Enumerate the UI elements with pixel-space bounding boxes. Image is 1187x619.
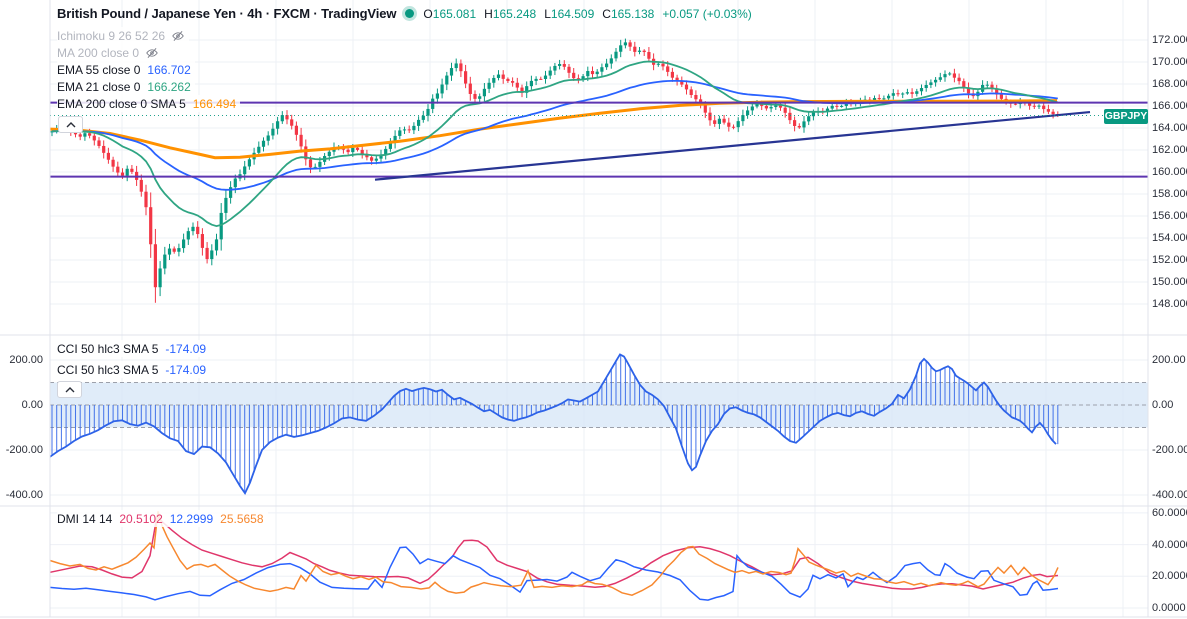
- legend-label: CCI 50 hlc3 SMA 5: [57, 362, 159, 377]
- legend-row[interactable]: CCI 50 hlc3 SMA 5 -174.09: [57, 361, 211, 378]
- legend-value: 25.5658: [220, 511, 264, 526]
- scale-tick: 168.000: [1152, 78, 1187, 90]
- scale-tick-left: 200.00: [9, 354, 43, 366]
- legend-value: 20.5102: [119, 511, 163, 526]
- legend-label: CCI 50 hlc3 SMA 5: [57, 341, 159, 356]
- legend-row[interactable]: CCI 50 hlc3 SMA 5 -174.09: [57, 340, 211, 357]
- chevron-up-icon: [65, 386, 74, 392]
- scale-tick: 154.000: [1152, 232, 1187, 244]
- tradingview-chart-window: British Pound / Japanese Yen · 4h · FXCM…: [0, 0, 1187, 619]
- scale-tick: 172.000: [1152, 34, 1187, 46]
- scale-tick: 166.000: [1152, 100, 1187, 112]
- legend-row[interactable]: EMA 200 close 0 SMA 5 166.494: [57, 95, 241, 112]
- collapse-pane-button[interactable]: [58, 116, 83, 133]
- legend-label: EMA 21 close 0: [57, 79, 141, 94]
- indicator-legend-main: Ichimoku 9 26 52 26 MA 200 close 0 EMA 55 …: [57, 27, 241, 112]
- open-value: 165.081: [432, 6, 477, 21]
- chart-header: British Pound / Japanese Yen · 4h · FXCM…: [57, 6, 752, 21]
- legend-value: 166.262: [147, 79, 191, 94]
- legend-value: 12.2999: [169, 511, 214, 526]
- legend-value: -174.09: [165, 341, 207, 356]
- symbol-title[interactable]: British Pound / Japanese Yen · 4h · FXCM…: [57, 6, 397, 21]
- symbol-price-label: GBPJPY: [1104, 109, 1148, 124]
- scale-tick-left: -200.00: [5, 444, 43, 456]
- scale-tick: 170.000: [1152, 56, 1187, 68]
- low-label: L: [544, 6, 551, 21]
- legend-value: 166.494: [192, 96, 237, 111]
- legend-label: MA 200 close 0: [57, 45, 140, 60]
- scale-tick: 0.00: [1152, 399, 1174, 411]
- eye-off-icon: [172, 30, 184, 41]
- scale-tick: 162.000: [1152, 144, 1187, 156]
- scale-tick: 152.000: [1152, 254, 1187, 266]
- legend-label: DMI 14 14: [57, 511, 113, 526]
- legend-label: Ichimoku 9 26 52 26: [57, 28, 166, 43]
- market-status-icon[interactable]: [405, 9, 415, 18]
- legend-label: EMA 55 close 0: [57, 62, 141, 77]
- chevron-up-icon: [66, 121, 75, 127]
- scale-tick: 150.000: [1152, 276, 1187, 288]
- price-scale[interactable]: JPY 172.000170.000168.000166.000164.0001…: [1149, 0, 1187, 619]
- scale-tick: 156.000: [1152, 210, 1187, 222]
- cci-pane[interactable]: [49, 353, 1148, 495]
- scale-tick: 20.0000: [1152, 570, 1187, 583]
- scale-tick: 148.000: [1152, 298, 1187, 310]
- legend-value: 166.702: [147, 62, 191, 77]
- scale-tick: -200.00: [1152, 444, 1187, 456]
- close-label: C: [602, 6, 611, 21]
- scale-tick-left: -400.00: [5, 489, 43, 501]
- line_pink: [49, 514, 1059, 590]
- scale-tick: 60.0000: [1152, 506, 1187, 519]
- legend-row[interactable]: MA 200 close 0: [57, 44, 164, 61]
- legend-value: -174.09: [165, 362, 207, 377]
- eye-off-icon: [146, 47, 158, 58]
- scale-tick: 40.0000: [1152, 538, 1187, 551]
- open-label: O: [423, 6, 433, 21]
- scale-tick: 200.00: [1152, 354, 1186, 366]
- indicator-legend-dmi: DMI 14 14 20.5102 12.2999 25.5658: [57, 510, 268, 527]
- scale-tick: 164.000: [1152, 122, 1187, 134]
- scale-tick-left: 0.00: [21, 399, 43, 411]
- change-value: +0.057 (+0.03%): [662, 6, 752, 21]
- legend-row[interactable]: EMA 21 close 0 166.262: [57, 78, 195, 95]
- collapse-pane-button-cci[interactable]: [57, 381, 82, 398]
- low-value: 164.509: [550, 6, 595, 21]
- legend-row[interactable]: Ichimoku 9 26 52 26: [57, 27, 190, 44]
- line_blue: [49, 546, 1059, 601]
- high-label: H: [484, 6, 493, 21]
- legend-row[interactable]: EMA 55 close 0 166.702: [57, 61, 195, 78]
- scale-tick: 0.0000: [1152, 602, 1186, 614]
- legend-row[interactable]: DMI 14 14 20.5102 12.2999 25.5658: [57, 510, 268, 527]
- legend-label: EMA 200 close 0 SMA 5: [57, 96, 186, 111]
- scale-tick: -400.00: [1152, 489, 1187, 501]
- scale-tick: 158.000: [1152, 188, 1187, 200]
- high-value: 165.248: [492, 6, 537, 21]
- indicator-legend-cci: CCI 50 hlc3 SMA 5 -174.09 CCI 50 hlc3 SMA …: [57, 340, 211, 382]
- close-value: 165.138: [610, 6, 655, 21]
- scale-tick: 160.000: [1152, 166, 1187, 178]
- ohlc-values: O165.081 H165.248 L164.509 C165.138 +0.0…: [423, 7, 751, 21]
